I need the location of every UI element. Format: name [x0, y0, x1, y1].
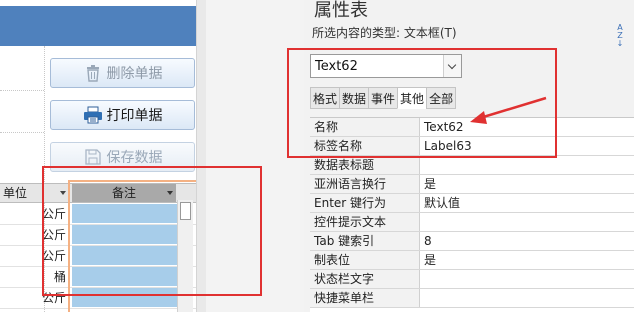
table-row: 公斤 [0, 204, 196, 225]
note-cell[interactable] [72, 288, 178, 308]
property-row: 标签名称 Label63 [310, 137, 634, 156]
property-tabs: 格式 数据 事件 其他 全部 [310, 87, 457, 109]
property-grid: 名称 Text62 标签名称 Label63 数据表标题 亚洲语言换行 是 En… [310, 117, 634, 312]
unit-column-header[interactable]: 单位 [0, 184, 68, 202]
trash-icon [83, 63, 103, 83]
property-name: 状态栏文字 [310, 270, 420, 288]
table-row: 公斤 [0, 246, 196, 267]
property-name: 亚洲语言换行 [310, 175, 420, 193]
form-header-bar [0, 6, 196, 46]
unit-cell[interactable]: 公斤 [0, 225, 68, 245]
property-value[interactable]: Label63 [422, 137, 634, 155]
tab-data[interactable]: 数据 [339, 87, 369, 109]
note-cell[interactable] [72, 267, 178, 287]
unit-cell[interactable]: 桶 [0, 267, 68, 287]
property-name: Enter 键行为 [310, 194, 420, 212]
property-name: 名称 [310, 118, 420, 136]
save-data-label: 保存数据 [106, 150, 163, 166]
property-value[interactable]: 8 [422, 232, 634, 250]
object-selector-value: Text62 [315, 59, 358, 74]
tab-other[interactable]: 其他 [397, 87, 427, 109]
subform-header-row: 单位 备注 [0, 183, 196, 203]
save-data-button[interactable]: 保存数据 [50, 142, 195, 172]
print-record-label: 打印单据 [106, 108, 163, 124]
note-cell[interactable] [72, 246, 178, 266]
property-sheet: 属性表 所选内容的类型: 文本框(T) A Z ↓ Text62 格式 数据 事件 … [304, 0, 634, 312]
tab-format[interactable]: 格式 [310, 87, 340, 109]
subform-rows: 公斤 公斤 公斤 桶 公斤 [0, 204, 196, 312]
property-row: 亚洲语言换行 是 [310, 175, 634, 194]
note-vertical-scrollbar[interactable] [177, 200, 193, 312]
property-value[interactable] [422, 156, 634, 174]
property-value[interactable] [422, 213, 634, 231]
tab-all[interactable]: 全部 [426, 87, 457, 109]
column-dropdown-icon[interactable] [60, 191, 66, 195]
property-name: 标签名称 [310, 137, 420, 155]
column-dropdown-icon[interactable] [167, 191, 173, 195]
save-icon [83, 147, 103, 167]
scrollbar-thumb[interactable] [180, 202, 191, 220]
unit-cell[interactable]: 公斤 [0, 246, 68, 266]
unit-cell[interactable]: 公斤 [0, 288, 68, 308]
property-value[interactable] [422, 270, 634, 288]
grid-line [0, 90, 44, 91]
note-column-header[interactable]: 备注 [72, 184, 176, 202]
combo-dropdown-button[interactable] [443, 55, 461, 77]
property-sheet-title: 属性表 [314, 0, 368, 21]
property-name: 控件提示文本 [310, 213, 420, 231]
printer-icon [83, 105, 103, 125]
table-row: 公斤 [0, 225, 196, 246]
property-row: Tab 键索引 8 [310, 232, 634, 251]
pane-gutter [206, 0, 304, 312]
property-value[interactable]: 是 [422, 175, 634, 193]
property-value[interactable]: Text62 [422, 118, 634, 136]
property-row: 快捷菜单栏 [310, 289, 634, 308]
property-name: 快捷菜单栏 [310, 289, 420, 307]
tab-event[interactable]: 事件 [368, 87, 398, 109]
object-selector-combo[interactable]: Text62 [310, 54, 462, 78]
unit-column-label: 单位 [3, 186, 28, 200]
unit-cell[interactable]: 公斤 [0, 204, 68, 224]
property-row: 控件提示文本 [310, 213, 634, 232]
property-name: 制表位 [310, 251, 420, 269]
property-row: 名称 Text62 [310, 118, 634, 137]
property-row: Enter 键行为 默认值 [310, 194, 634, 213]
property-row: 状态栏文字 [310, 270, 634, 289]
property-name: 数据表标题 [310, 156, 420, 174]
table-row: 桶 [0, 267, 196, 288]
note-column-label: 备注 [111, 186, 136, 200]
note-cell[interactable] [72, 225, 178, 245]
delete-record-label: 删除单据 [106, 66, 163, 82]
property-value[interactable]: 默认值 [422, 194, 634, 212]
delete-record-button[interactable]: 删除单据 [50, 58, 195, 88]
chevron-down-icon [447, 60, 457, 70]
property-name: Tab 键索引 [310, 232, 420, 250]
sort-az-icon[interactable]: A Z ↓ [613, 24, 627, 48]
print-record-button[interactable]: 打印单据 [50, 100, 195, 130]
property-value[interactable]: 是 [422, 251, 634, 269]
property-row: 数据表标题 [310, 156, 634, 175]
selection-type-label: 所选内容的类型: 文本框(T) [312, 26, 457, 40]
note-cell[interactable] [72, 204, 178, 224]
grid-line [0, 132, 44, 133]
table-row: 公斤 [0, 288, 196, 309]
form-design-surface: 删除单据 打印单据 保存数据 单位 备注 公斤 公斤 公斤 桶 公斤 [0, 0, 196, 312]
property-value[interactable] [422, 289, 634, 307]
property-row: 制表位 是 [310, 251, 634, 270]
design-vertical-scrollbar[interactable] [196, 0, 206, 312]
